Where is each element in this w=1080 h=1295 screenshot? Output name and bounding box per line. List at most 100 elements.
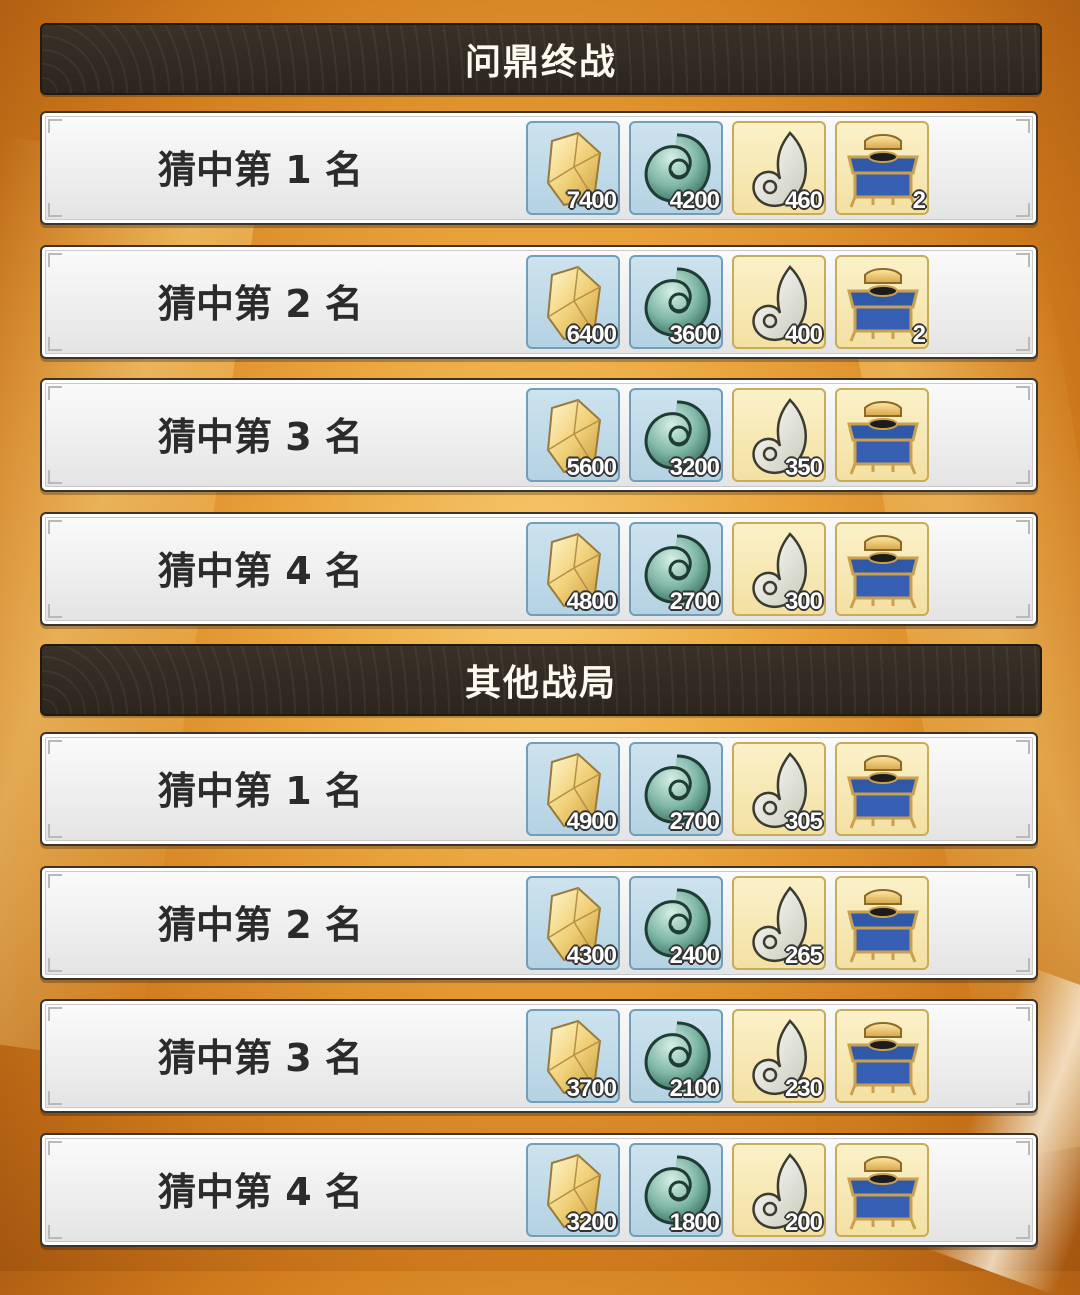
- treasure-chest-icon: [843, 261, 923, 345]
- corner-ornament: [1016, 1141, 1030, 1155]
- item-quantity: 4300: [566, 942, 617, 969]
- reward-item-magatama[interactable]: 305: [732, 742, 826, 836]
- item-quantity: 230: [784, 1075, 823, 1102]
- reward-row: 猜中第 1 名 7400 4200 460 2: [40, 111, 1038, 225]
- corner-ornament: [1016, 520, 1030, 534]
- reward-item-crystal[interactable]: 5600: [526, 388, 620, 482]
- reward-item-chest[interactable]: [835, 1009, 929, 1103]
- reward-row: 猜中第 1 名 4900 2700 305: [40, 732, 1038, 846]
- item-quantity: 4800: [566, 588, 617, 615]
- item-quantity: 4200: [669, 187, 720, 214]
- reward-item-chest[interactable]: [835, 1143, 929, 1237]
- item-quantity: 2100: [669, 1075, 720, 1102]
- rank-label: 猜中第 4 名: [158, 549, 363, 593]
- treasure-chest-icon: [843, 1015, 923, 1099]
- treasure-chest-icon: [843, 127, 923, 211]
- reward-item-magatama[interactable]: 230: [732, 1009, 826, 1103]
- reward-item-chest[interactable]: [835, 742, 929, 836]
- reward-item-chest[interactable]: [835, 388, 929, 482]
- corner-ornament: [1016, 470, 1030, 484]
- reward-item-crystal[interactable]: 3700: [526, 1009, 620, 1103]
- corner-ornament: [48, 520, 62, 534]
- treasure-chest-icon: [843, 882, 923, 966]
- item-quantity: 400: [784, 321, 823, 348]
- item-quantity: 350: [784, 454, 823, 481]
- reward-item-magatama[interactable]: 460: [732, 121, 826, 215]
- reward-item-chest[interactable]: [835, 876, 929, 970]
- rank-label: 猜中第 2 名: [158, 282, 363, 326]
- item-quantity: 2700: [669, 588, 720, 615]
- reward-item-magatama[interactable]: 200: [732, 1143, 826, 1237]
- reward-item-magatama[interactable]: 300: [732, 522, 826, 616]
- reward-item-magatama[interactable]: 265: [732, 876, 826, 970]
- corner-ornament: [48, 740, 62, 754]
- section-header: 其他战局: [40, 644, 1042, 716]
- corner-ornament: [48, 470, 62, 484]
- reward-row: 猜中第 3 名 3700 2100 230: [40, 999, 1038, 1113]
- reward-item-chest[interactable]: [835, 522, 929, 616]
- item-quantity: 2: [912, 321, 926, 348]
- item-quantity: 3700: [566, 1075, 617, 1102]
- corner-ornament: [1016, 824, 1030, 838]
- item-quantity: 3200: [566, 1209, 617, 1236]
- corner-ornament: [1016, 604, 1030, 618]
- corner-ornament: [48, 1141, 62, 1155]
- section-title: 问鼎终战: [464, 42, 617, 83]
- section-header: 问鼎终战: [40, 23, 1042, 95]
- rank-label: 猜中第 3 名: [158, 415, 363, 459]
- item-quantity: 6400: [566, 321, 617, 348]
- corner-ornament: [1016, 1007, 1030, 1021]
- corner-ornament: [1016, 119, 1030, 133]
- reward-item-crystal[interactable]: 6400: [526, 255, 620, 349]
- reward-item-jade[interactable]: 1800: [629, 1143, 723, 1237]
- item-quantity: 300: [784, 588, 823, 615]
- corner-ornament: [1016, 386, 1030, 400]
- reward-item-crystal[interactable]: 4900: [526, 742, 620, 836]
- reward-item-jade[interactable]: 3200: [629, 388, 723, 482]
- reward-item-jade[interactable]: 2100: [629, 1009, 723, 1103]
- reward-item-magatama[interactable]: 350: [732, 388, 826, 482]
- section-title: 其他战局: [464, 663, 617, 704]
- corner-ornament: [1016, 253, 1030, 267]
- corner-ornament: [1016, 1225, 1030, 1239]
- item-quantity: 5600: [566, 454, 617, 481]
- reward-item-crystal[interactable]: 3200: [526, 1143, 620, 1237]
- reward-row: 猜中第 3 名 5600 3200 350: [40, 378, 1038, 492]
- reward-row: 猜中第 2 名 6400 3600 400 2: [40, 245, 1038, 359]
- reward-item-jade[interactable]: 2700: [629, 522, 723, 616]
- item-quantity: 1800: [669, 1209, 720, 1236]
- corner-ornament: [1016, 740, 1030, 754]
- item-quantity: 4900: [566, 808, 617, 835]
- reward-item-jade[interactable]: 2700: [629, 742, 723, 836]
- treasure-chest-icon: [843, 528, 923, 612]
- reward-item-crystal[interactable]: 4800: [526, 522, 620, 616]
- rank-label: 猜中第 2 名: [158, 903, 363, 947]
- corner-ornament: [48, 337, 62, 351]
- item-quantity: 265: [784, 942, 823, 969]
- item-quantity: 2400: [669, 942, 720, 969]
- corner-ornament: [48, 119, 62, 133]
- rank-label: 猜中第 1 名: [158, 148, 363, 192]
- reward-item-jade[interactable]: 4200: [629, 121, 723, 215]
- corner-ornament: [1016, 1091, 1030, 1105]
- treasure-chest-icon: [843, 1149, 923, 1233]
- reward-item-crystal[interactable]: 4300: [526, 876, 620, 970]
- rank-label: 猜中第 1 名: [158, 769, 363, 813]
- corner-ornament: [1016, 958, 1030, 972]
- corner-ornament: [1016, 874, 1030, 888]
- rank-label: 猜中第 4 名: [158, 1170, 363, 1214]
- reward-item-chest[interactable]: 2: [835, 255, 929, 349]
- corner-ornament: [1016, 337, 1030, 351]
- corner-ornament: [48, 874, 62, 888]
- reward-item-jade[interactable]: 3600: [629, 255, 723, 349]
- reward-row: 猜中第 4 名 4800 2700 300: [40, 512, 1038, 626]
- reward-item-chest[interactable]: 2: [835, 121, 929, 215]
- reward-item-jade[interactable]: 2400: [629, 876, 723, 970]
- reward-item-magatama[interactable]: 400: [732, 255, 826, 349]
- corner-ornament: [48, 604, 62, 618]
- corner-ornament: [1016, 203, 1030, 217]
- corner-ornament: [48, 1007, 62, 1021]
- reward-item-crystal[interactable]: 7400: [526, 121, 620, 215]
- corner-ornament: [48, 824, 62, 838]
- item-quantity: 305: [784, 808, 823, 835]
